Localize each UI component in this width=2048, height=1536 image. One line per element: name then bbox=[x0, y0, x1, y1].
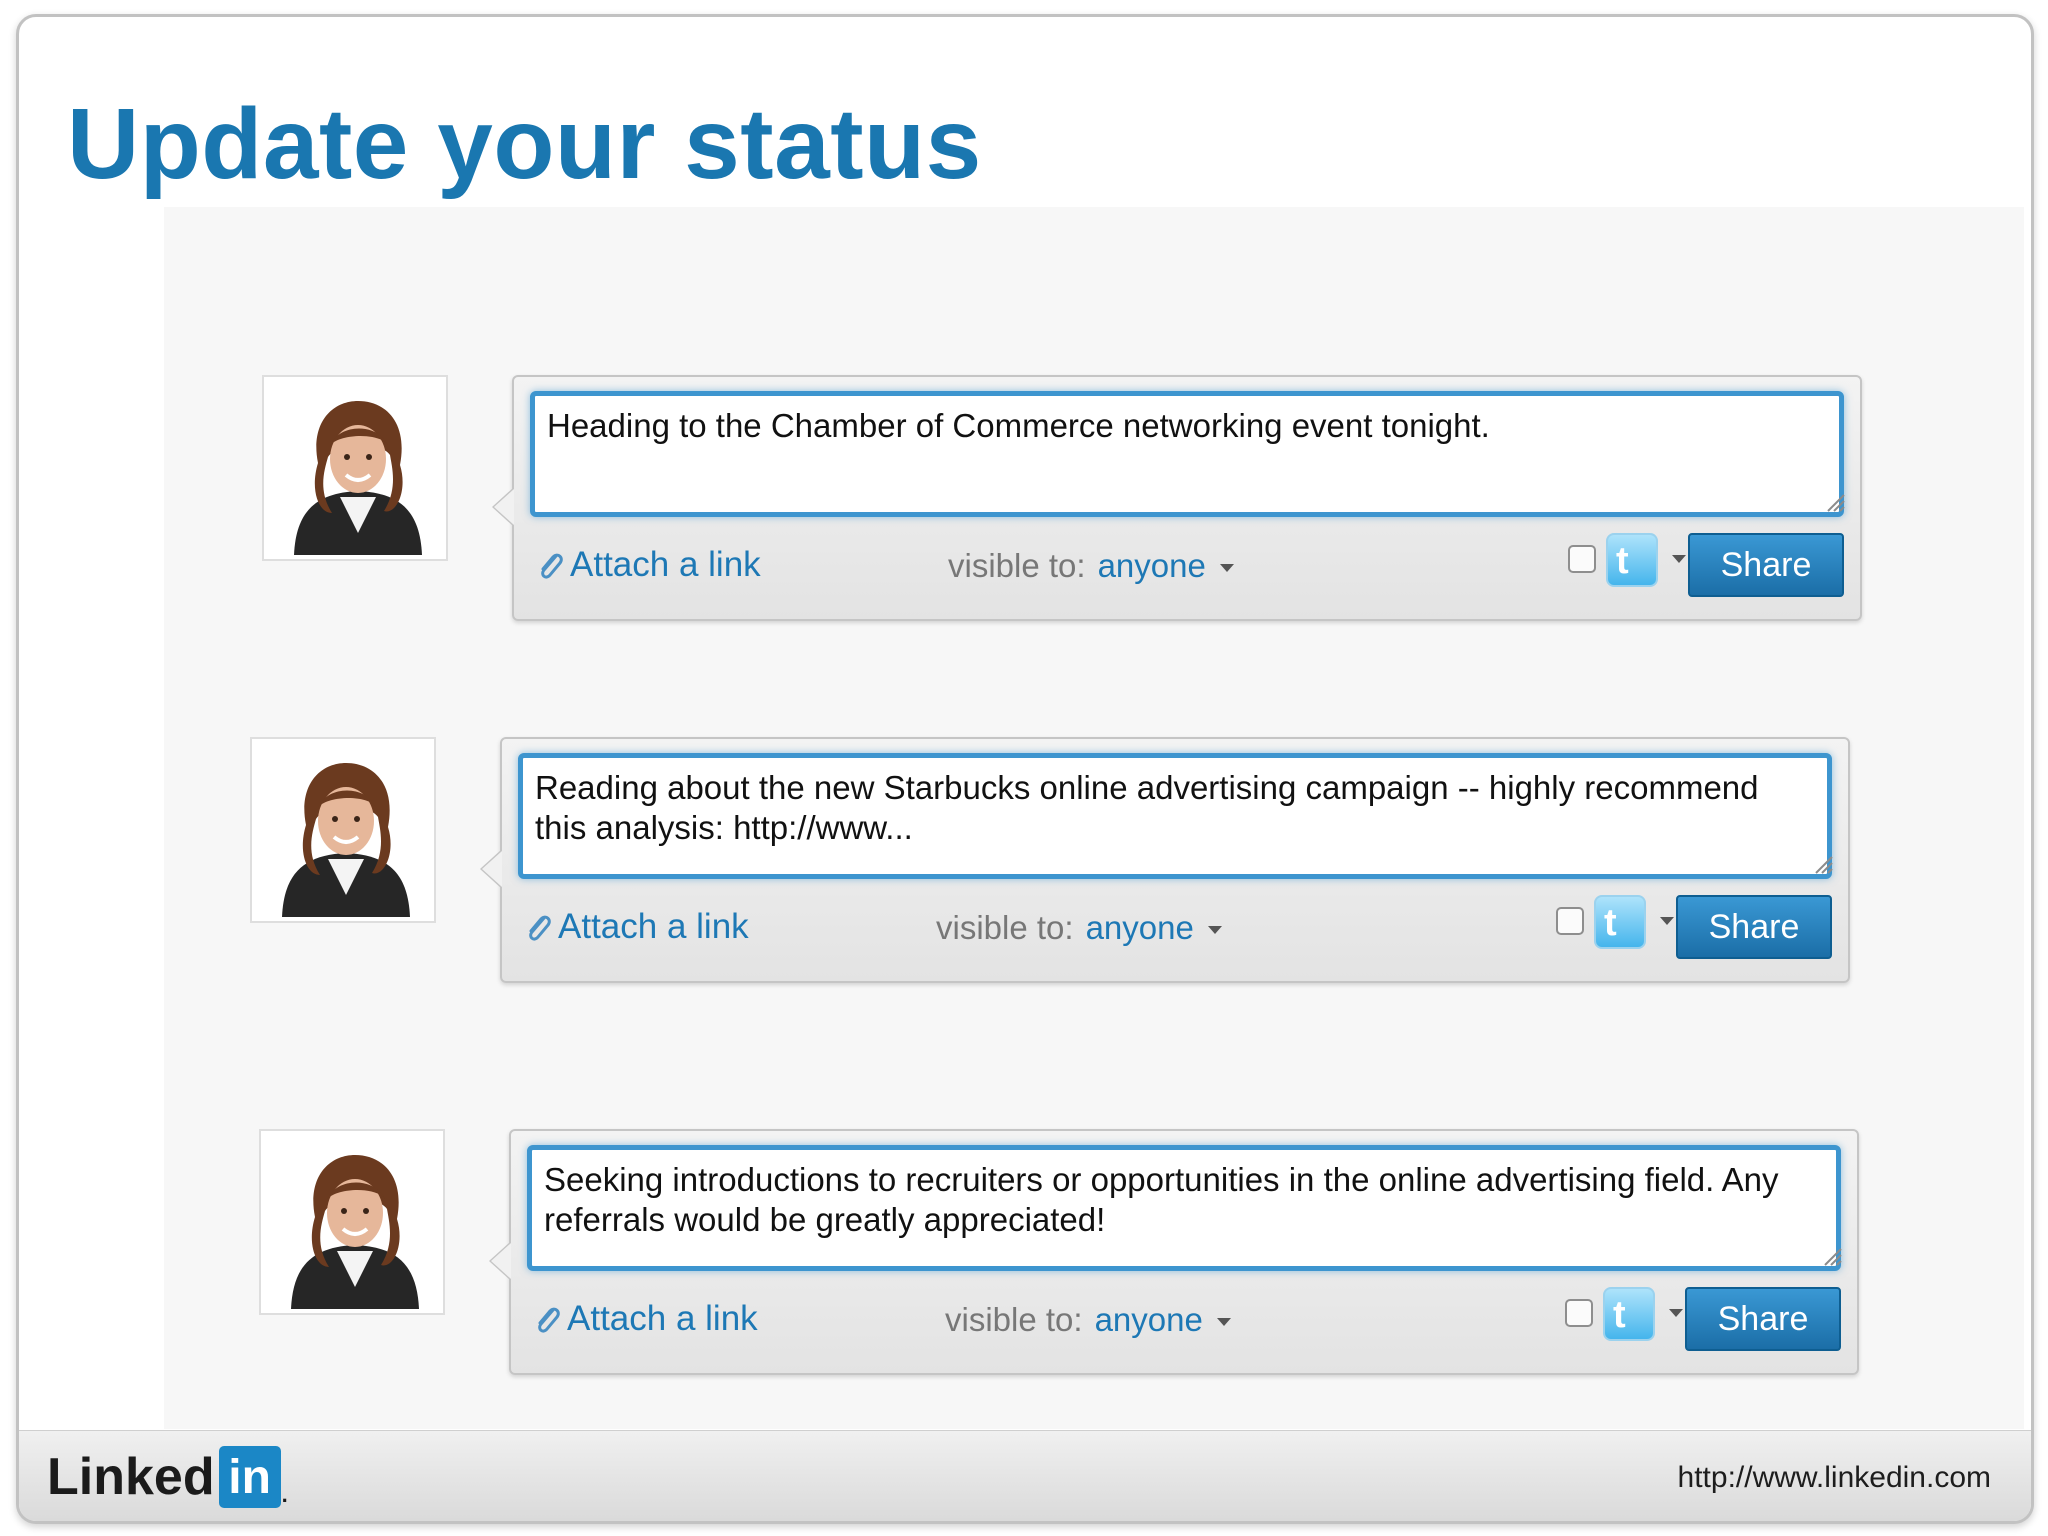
screenshot-canvas: Heading to the Chamber of Commerce netwo… bbox=[164, 207, 2024, 1429]
visibility-label: visible to: bbox=[948, 547, 1086, 584]
visibility-selector[interactable]: visible to: anyone bbox=[936, 909, 1222, 947]
twitter-button[interactable]: t bbox=[1603, 1287, 1655, 1341]
visibility-value[interactable]: anyone bbox=[1086, 909, 1194, 947]
paperclip-icon bbox=[538, 1307, 560, 1333]
twitter-icon: t bbox=[1613, 1294, 1626, 1336]
status-actions: Attach a link visible to: anyone t Share bbox=[518, 895, 1832, 961]
footer-bar: Linked in . http://www.linkedin.com bbox=[19, 1430, 2031, 1521]
attach-link-label: Attach a link bbox=[570, 545, 761, 584]
linkedin-logo-dot: . bbox=[281, 1482, 288, 1507]
paperclip-icon bbox=[529, 915, 551, 941]
status-input[interactable]: Heading to the Chamber of Commerce netwo… bbox=[530, 391, 1844, 517]
resize-grip-icon[interactable] bbox=[1824, 491, 1846, 513]
share-button[interactable]: Share bbox=[1688, 533, 1844, 597]
visibility-selector[interactable]: visible to: anyone bbox=[945, 1301, 1231, 1339]
footer-url[interactable]: http://www.linkedin.com bbox=[1678, 1461, 1991, 1495]
chevron-down-icon[interactable] bbox=[1216, 1318, 1231, 1326]
chevron-down-icon[interactable] bbox=[1219, 564, 1234, 572]
linkedin-logo: Linked in . bbox=[47, 1445, 288, 1509]
twitter-dropdown-chevron-icon[interactable] bbox=[1669, 1309, 1683, 1317]
slide: Update your status Heading to the Chambe… bbox=[16, 14, 2034, 1524]
status-actions: Attach a link visible to: anyone t Share bbox=[530, 533, 1844, 599]
attach-link-label: Attach a link bbox=[558, 907, 749, 946]
linkedin-logo-word: Linked bbox=[47, 1448, 215, 1506]
attach-link-button[interactable]: Attach a link bbox=[533, 1299, 758, 1339]
twitter-checkbox[interactable] bbox=[1568, 545, 1596, 573]
status-update-box: Seeking introductions to recruiters or o… bbox=[489, 1129, 1859, 1375]
status-actions: Attach a link visible to: anyone t Share bbox=[527, 1287, 1841, 1353]
twitter-button[interactable]: t bbox=[1606, 533, 1658, 587]
twitter-checkbox[interactable] bbox=[1565, 1299, 1593, 1327]
twitter-button[interactable]: t bbox=[1594, 895, 1646, 949]
chevron-down-icon[interactable] bbox=[1207, 926, 1222, 934]
linkedin-logo-in: in bbox=[218, 1446, 281, 1508]
share-button[interactable]: Share bbox=[1685, 1287, 1841, 1351]
attach-link-button[interactable]: Attach a link bbox=[524, 907, 749, 947]
status-input[interactable]: Reading about the new Starbucks online a… bbox=[518, 753, 1832, 879]
speech-bubble-tail bbox=[480, 849, 502, 889]
resize-grip-icon[interactable] bbox=[1821, 1245, 1843, 1267]
visibility-label: visible to: bbox=[936, 909, 1074, 946]
status-input[interactable]: Seeking introductions to recruiters or o… bbox=[527, 1145, 1841, 1271]
resize-grip-icon[interactable] bbox=[1812, 853, 1834, 875]
profile-photo-icon bbox=[282, 763, 410, 917]
twitter-dropdown-chevron-icon[interactable] bbox=[1660, 917, 1674, 925]
avatar bbox=[250, 737, 436, 923]
attach-link-label: Attach a link bbox=[567, 1299, 758, 1338]
attach-link-button[interactable]: Attach a link bbox=[536, 545, 761, 585]
speech-bubble-tail bbox=[489, 1241, 511, 1281]
share-button[interactable]: Share bbox=[1676, 895, 1832, 959]
status-update-row: Reading about the new Starbucks online a… bbox=[250, 737, 2031, 1007]
status-update-row: Seeking introductions to recruiters or o… bbox=[259, 1129, 2031, 1399]
slide-title: Update your status bbox=[67, 88, 982, 200]
paperclip-icon bbox=[541, 553, 563, 579]
twitter-checkbox[interactable] bbox=[1556, 907, 1584, 935]
avatar bbox=[262, 375, 448, 561]
twitter-icon: t bbox=[1604, 902, 1617, 944]
status-update-box: Reading about the new Starbucks online a… bbox=[480, 737, 1850, 983]
status-update-box: Heading to the Chamber of Commerce netwo… bbox=[492, 375, 1862, 621]
profile-photo-icon bbox=[291, 1155, 419, 1309]
status-update-row: Heading to the Chamber of Commerce netwo… bbox=[262, 375, 2031, 645]
visibility-value[interactable]: anyone bbox=[1098, 547, 1206, 585]
twitter-dropdown-chevron-icon[interactable] bbox=[1672, 555, 1686, 563]
visibility-label: visible to: bbox=[945, 1301, 1083, 1338]
speech-bubble-tail bbox=[492, 487, 514, 527]
visibility-value[interactable]: anyone bbox=[1095, 1301, 1203, 1339]
twitter-icon: t bbox=[1616, 540, 1629, 582]
avatar bbox=[259, 1129, 445, 1315]
profile-photo-icon bbox=[294, 401, 422, 555]
visibility-selector[interactable]: visible to: anyone bbox=[948, 547, 1234, 585]
